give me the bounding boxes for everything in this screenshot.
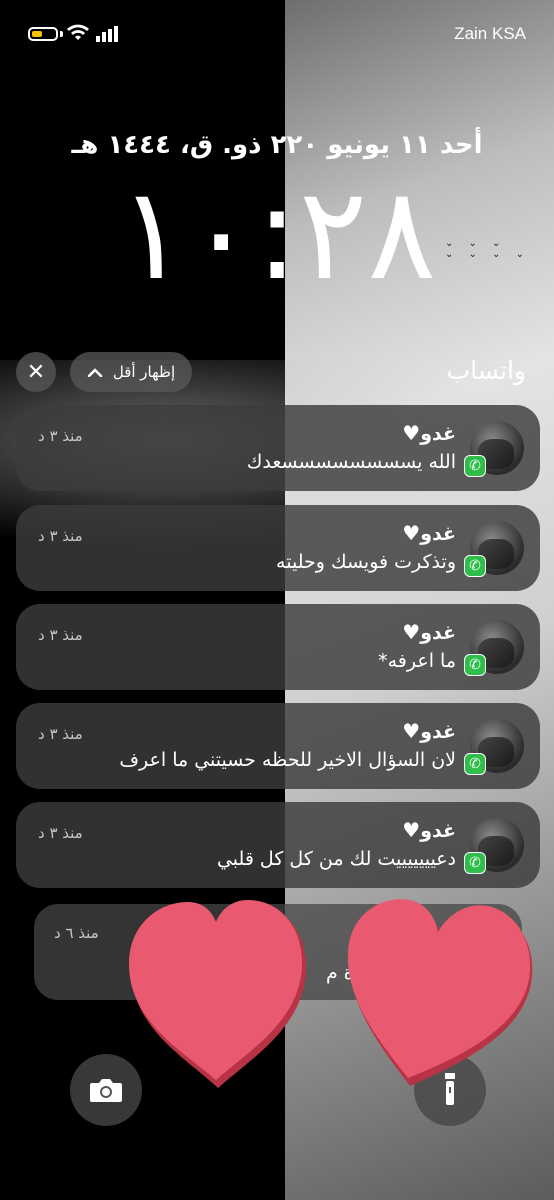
notification-card[interactable]: ✆ غدو♥ لان السؤال الاخير للحظه حسيتني ما…: [16, 703, 540, 789]
show-less-button[interactable]: إظهار أقل: [70, 352, 192, 392]
notification-sender: غدو♥: [396, 521, 456, 545]
notification-sender: غدو♥: [396, 719, 456, 743]
whatsapp-icon: ✆: [464, 753, 486, 775]
notification-time: منذ ٣ د: [38, 725, 83, 743]
notification-message: لان السؤال الاخير للحظه حسيتني ما اعرف: [119, 749, 456, 771]
white-heart-icon: ♥: [402, 818, 421, 842]
notification-card[interactable]: ✆ غدو♥ ما اعرفه* منذ ٣ د: [16, 604, 540, 690]
notification-sender: غدو♥: [396, 421, 456, 445]
signal-icon: [96, 26, 118, 42]
sender-name: غدو: [420, 721, 456, 743]
carrier-label: Zain KSA: [454, 24, 526, 43]
notification-time: منذ ٣ د: [38, 824, 83, 842]
lock-time: ١٠:٢٨: [117, 160, 437, 309]
notification-message: دعيييييييت لك من كل كل قلبي: [216, 848, 456, 870]
notification-time: منذ ٣ د: [38, 427, 83, 445]
notification-message: الله يسسسسسسسسعدك: [246, 451, 456, 473]
notification-sender: غدو♥: [396, 818, 456, 842]
whatsapp-icon: ✆: [464, 654, 486, 676]
wifi-icon: [67, 24, 89, 40]
whatsapp-icon: ✆: [464, 555, 486, 577]
status-bar: Zain KSA: [0, 0, 554, 70]
notification-card[interactable]: ✆ غدو♥ وتذكرت فويسك وحليته منذ ٣ د: [16, 505, 540, 591]
notification-card[interactable]: ✆ غدو♥ الله يسسسسسسسسعدك منذ ٣ د: [16, 405, 540, 491]
sender-name: غدو: [420, 423, 456, 445]
lock-date: أحد ١١ يونيو ٢٢٠ ذو. ق، ١٤٤٤ هـ: [71, 130, 483, 160]
sender-name: غدو: [420, 820, 456, 842]
notification-sender: غدو♥: [396, 620, 456, 644]
white-heart-icon: ♥: [402, 719, 421, 743]
sender-name: غدو: [420, 523, 456, 545]
heart-sticker-left: [129, 900, 307, 1088]
white-heart-icon: ♥: [402, 521, 421, 545]
notification-time: منذ ٣ د: [38, 527, 83, 545]
notification-card[interactable]: ✆ غدو♥ دعيييييييت لك من كل كل قلبي منذ ٣…: [16, 802, 540, 888]
notification-message: وتذكرت فويسك وحليته: [276, 551, 456, 573]
battery-fill: [32, 31, 42, 37]
battery-cap: [60, 31, 63, 37]
notification-time: منذ ٣ د: [38, 626, 83, 644]
sender-name: غدو: [420, 622, 456, 644]
chevron-up-icon: [87, 368, 103, 377]
heart-sticker-right: [347, 899, 533, 1086]
camera-icon: [90, 1079, 122, 1102]
white-heart-icon: ♥: [402, 421, 421, 445]
battery-icon: [28, 27, 58, 41]
show-less-label: إظهار أقل: [112, 363, 176, 381]
app-group-title: واتساب: [446, 356, 526, 385]
close-icon: ✕: [26, 359, 46, 385]
whatsapp-icon: ✆: [464, 852, 486, 874]
white-heart-icon: ♥: [402, 620, 421, 644]
notification-message: ما اعرفه*: [378, 650, 456, 672]
close-group-button[interactable]: ✕: [16, 352, 56, 392]
whatsapp-icon: ✆: [464, 455, 486, 477]
stacked-notification-time: منذ ٦ د: [54, 924, 99, 942]
